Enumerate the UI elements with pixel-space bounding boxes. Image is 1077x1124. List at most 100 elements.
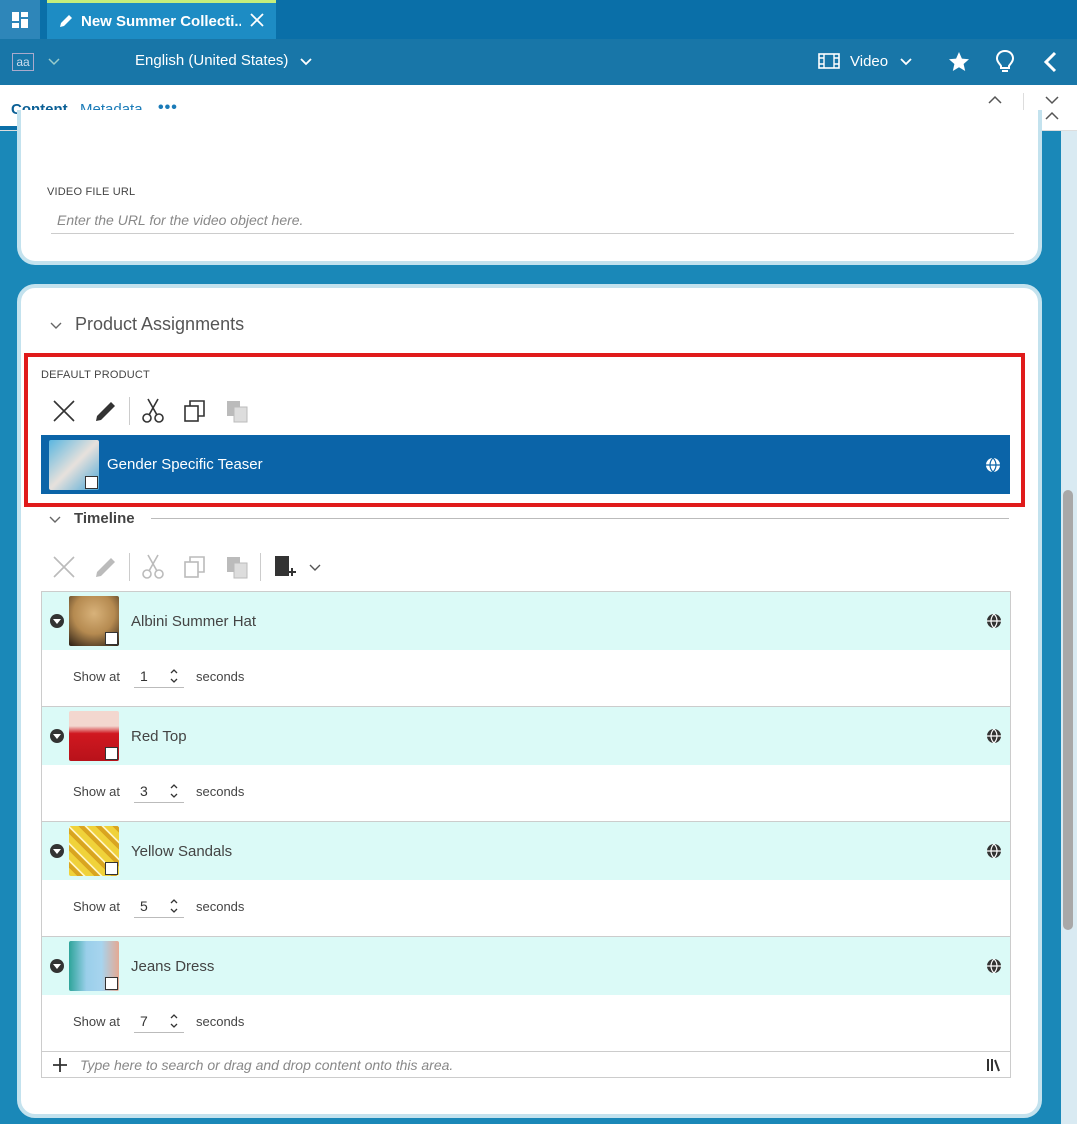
product-name: Albini Summer Hat xyxy=(131,612,257,630)
search-input[interactable]: Type here to search or drag and drop con… xyxy=(80,1057,453,1073)
paste-button[interactable] xyxy=(216,555,258,579)
globe-icon xyxy=(987,958,1001,974)
video-url-input[interactable]: Enter the URL for the video object here. xyxy=(51,208,1014,234)
expand-toggle-icon[interactable] xyxy=(50,614,64,628)
cut-button[interactable] xyxy=(132,398,174,424)
plus-icon[interactable] xyxy=(52,1057,68,1073)
product-name: Jeans Dress xyxy=(131,957,215,975)
product-type-icon xyxy=(105,977,118,990)
expand-toggle-icon[interactable] xyxy=(50,844,64,858)
expand-toggle-icon[interactable] xyxy=(50,959,64,973)
list-item: Yellow Sandals Show at 5 seconds xyxy=(42,822,1010,937)
new-document-icon xyxy=(275,556,296,576)
seconds-value: 7 xyxy=(139,1012,148,1029)
close-icon xyxy=(53,400,75,422)
language-label: English (United States) xyxy=(135,52,289,69)
copy-button[interactable] xyxy=(174,399,216,423)
language-selector[interactable]: English (United States) xyxy=(135,52,314,69)
globe-icon xyxy=(987,613,1001,629)
timeline-item-row[interactable]: Red Top xyxy=(42,707,1010,765)
seconds-input[interactable]: 3 xyxy=(133,779,184,803)
show-at-label: Show at xyxy=(73,898,120,914)
collapse-left-icon[interactable] xyxy=(1040,50,1060,74)
chevron-down-icon[interactable] xyxy=(46,53,62,69)
seconds-value: 1 xyxy=(139,667,148,684)
product-thumbnail xyxy=(69,826,119,876)
show-at-field: Show at 5 seconds xyxy=(73,894,244,918)
cut-button[interactable] xyxy=(132,554,174,580)
timeline-item-row[interactable]: Yellow Sandals xyxy=(42,822,1010,880)
document-tab[interactable]: New Summer Collecti... xyxy=(47,0,276,39)
list-item: Albini Summer Hat Show at 1 seconds xyxy=(42,592,1010,707)
timeline-header[interactable]: Timeline xyxy=(48,510,1009,527)
default-product-label: DEFAULT PRODUCT xyxy=(41,369,150,381)
star-icon[interactable] xyxy=(947,50,971,74)
product-type-icon xyxy=(105,862,118,875)
divider xyxy=(129,397,130,425)
document-toolbar: aa English (United States) Video xyxy=(0,39,1077,85)
seconds-label: seconds xyxy=(195,1013,245,1029)
chevron-down-icon xyxy=(300,57,313,65)
copy-icon xyxy=(184,556,205,578)
seconds-input[interactable]: 7 xyxy=(133,1009,184,1033)
seconds-input[interactable]: 1 xyxy=(133,664,184,688)
apps-grid-button[interactable] xyxy=(0,0,40,39)
collapse-all-icon[interactable] xyxy=(1043,95,1061,121)
localization-icon[interactable]: aa xyxy=(12,53,34,71)
default-product-item[interactable]: Gender Specific Teaser xyxy=(41,435,1010,494)
show-at-label: Show at xyxy=(73,1013,120,1029)
spinner-icon[interactable] xyxy=(170,782,178,800)
add-new-button[interactable] xyxy=(263,554,305,580)
list-item: Jeans Dress Show at 7 seconds xyxy=(42,937,1010,1052)
product-thumbnail xyxy=(69,711,119,761)
divider xyxy=(150,518,1009,519)
video-panel: VIDEO FILE URL Enter the URL for the vid… xyxy=(17,110,1042,265)
film-icon xyxy=(818,53,840,69)
teaser-thumbnail xyxy=(49,439,99,490)
product-thumbnail xyxy=(69,941,119,991)
section-title: Product Assignments xyxy=(75,314,245,334)
teaser-type-icon xyxy=(85,475,98,489)
seconds-value: 5 xyxy=(139,897,148,914)
add-new-dropdown[interactable] xyxy=(305,560,325,574)
default-product-actions xyxy=(43,397,258,425)
edit-button[interactable] xyxy=(85,399,127,423)
product-type-icon xyxy=(105,632,118,645)
scrollbar-thumb[interactable] xyxy=(1063,490,1073,930)
remove-button[interactable] xyxy=(43,399,85,423)
scissors-icon xyxy=(142,554,164,579)
spinner-icon[interactable] xyxy=(170,897,178,915)
tab-bar: New Summer Collecti... xyxy=(0,0,1077,39)
show-at-label: Show at xyxy=(73,783,120,799)
paste-button[interactable] xyxy=(216,399,258,423)
chevron-down-icon xyxy=(50,322,62,329)
spinner-icon[interactable] xyxy=(170,667,178,685)
spinner-icon[interactable] xyxy=(170,1012,178,1030)
paste-icon xyxy=(227,401,248,423)
show-at-field: Show at 1 seconds xyxy=(73,664,244,688)
seconds-label: seconds xyxy=(195,898,245,914)
show-at-field: Show at 7 seconds xyxy=(73,1009,244,1033)
library-icon[interactable] xyxy=(986,1057,1002,1073)
close-icon xyxy=(53,556,75,578)
show-at-label: Show at xyxy=(73,668,120,684)
doctype-selector[interactable]: Video xyxy=(818,52,914,70)
timeline-list: Albini Summer Hat Show at 1 seconds Red … xyxy=(41,591,1011,1078)
timeline-item-row[interactable]: Albini Summer Hat xyxy=(42,592,1010,650)
chevron-down-icon xyxy=(49,516,61,523)
remove-button[interactable] xyxy=(43,555,85,579)
seconds-label: seconds xyxy=(195,783,245,799)
paste-icon xyxy=(227,557,248,579)
seconds-input[interactable]: 5 xyxy=(133,894,184,918)
product-thumbnail xyxy=(69,596,119,646)
close-icon[interactable] xyxy=(248,11,266,29)
copy-button[interactable] xyxy=(174,555,216,579)
timeline-item-row[interactable]: Jeans Dress xyxy=(42,937,1010,995)
expand-toggle-icon[interactable] xyxy=(50,729,64,743)
document-tab-title: New Summer Collecti... xyxy=(81,12,241,30)
lightbulb-icon[interactable] xyxy=(994,49,1016,75)
globe-icon xyxy=(987,843,1001,859)
edit-button[interactable] xyxy=(85,555,127,579)
product-assignments-header[interactable]: Product Assignments xyxy=(49,314,244,335)
add-content-row: Type here to search or drag and drop con… xyxy=(42,1052,1010,1078)
